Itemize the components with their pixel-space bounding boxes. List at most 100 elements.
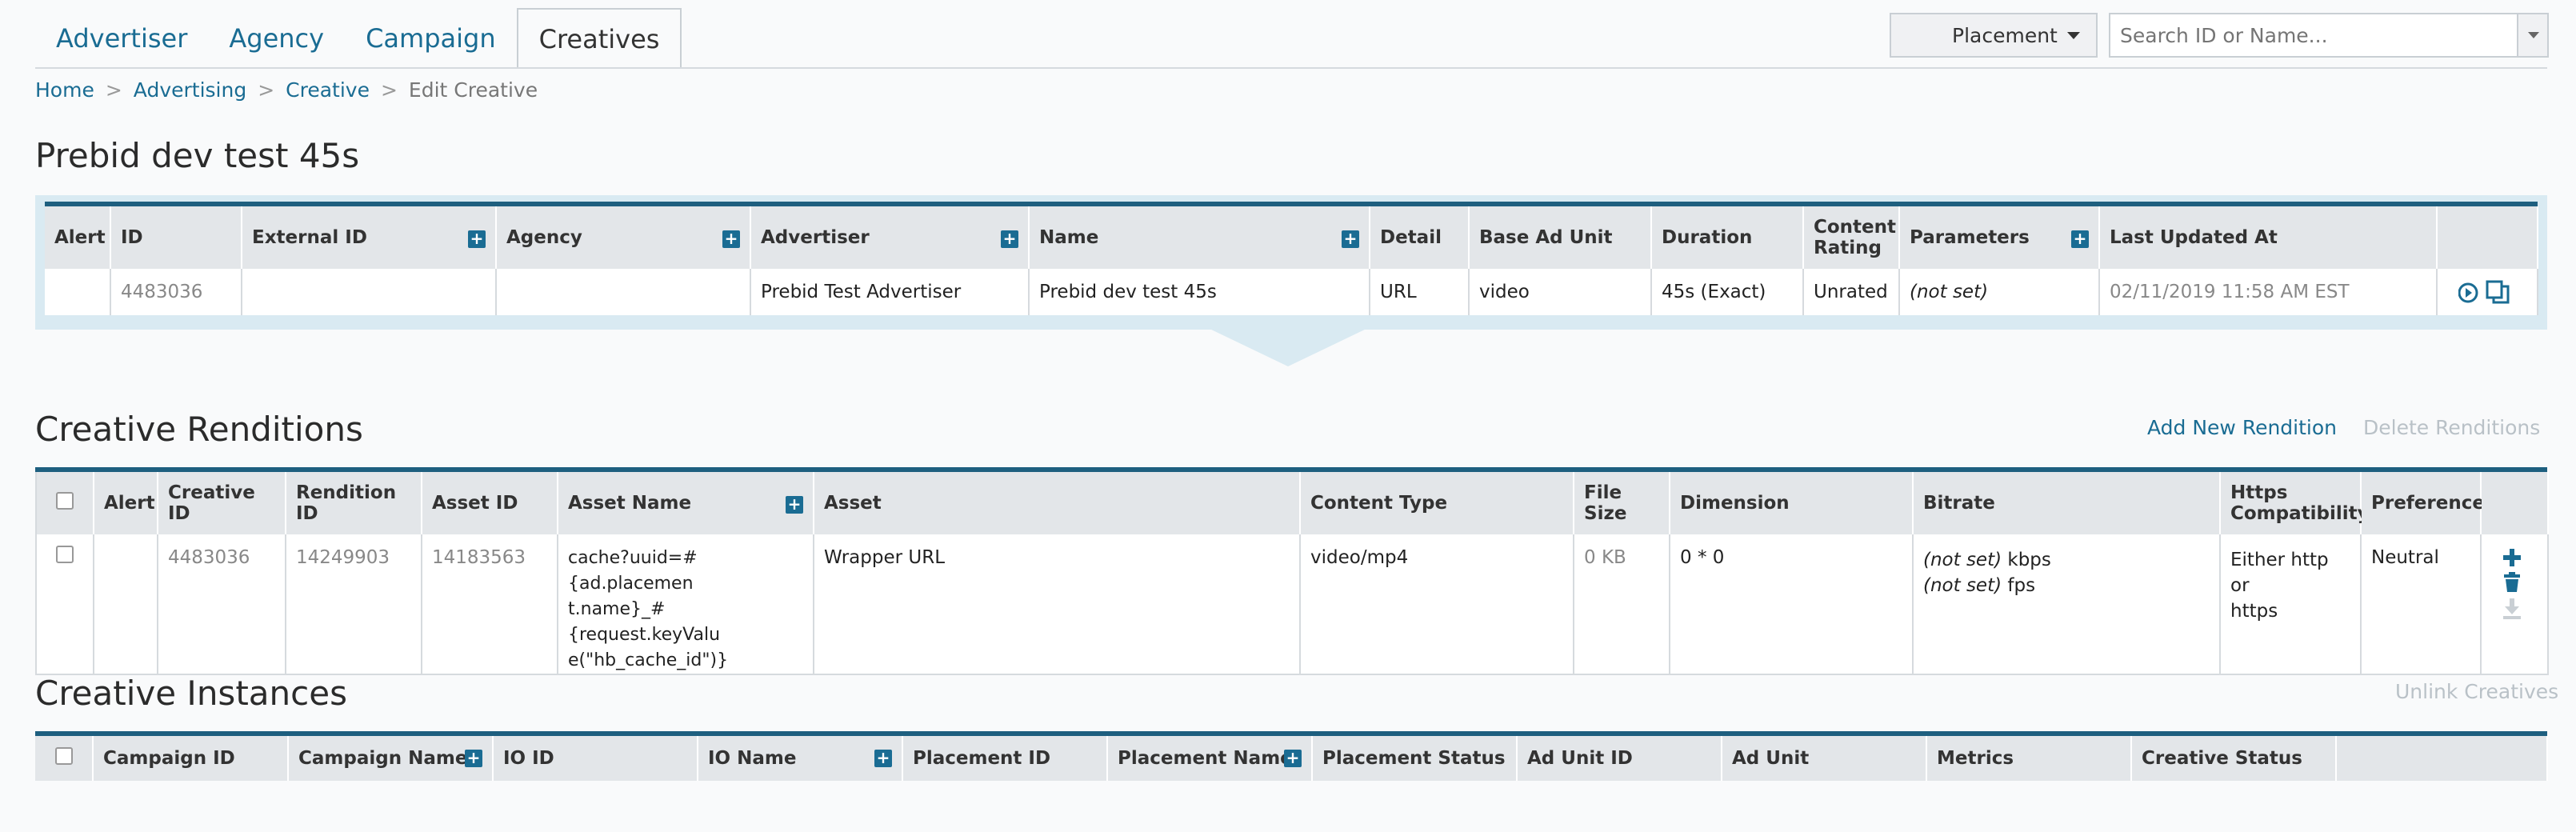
col-last-updated[interactable]: Last Updated At (2099, 206, 2438, 269)
expand-plus-icon[interactable]: + (1001, 230, 1018, 248)
col-advertiser-label: Advertiser (761, 227, 870, 248)
col-id[interactable]: ID (110, 206, 242, 269)
download-icon[interactable] (2503, 598, 2521, 619)
col-parameters-label: Parameters (1910, 227, 2030, 248)
cell-agency (496, 269, 751, 315)
page-title: Prebid dev test 45s (35, 136, 360, 175)
cell-advertiser: Prebid Test Advertiser (750, 269, 1030, 315)
bitrate-not-set: (not set) (1923, 550, 2002, 570)
col-external-id[interactable]: External ID + (242, 206, 497, 269)
col-creative-id[interactable]: Creative ID (158, 472, 286, 534)
col-dimension[interactable]: Dimension (1670, 472, 1914, 534)
row-checkbox[interactable] (56, 546, 74, 563)
add-plus-icon[interactable] (2503, 549, 2521, 566)
table-header-row: Alert ID External ID + Agency + Advertiser… (45, 206, 2538, 269)
fps-unit: fps (2007, 575, 2036, 596)
col-name[interactable]: Name + (1029, 206, 1370, 269)
breadcrumb-current: Edit Creative (408, 78, 538, 102)
col-detail[interactable]: Detail (1370, 206, 1470, 269)
col-asset-name[interactable]: Asset Name + (558, 472, 814, 534)
cell-alert (94, 534, 158, 674)
col-alert: Alert (45, 206, 111, 269)
rendition-action-icons (2503, 549, 2521, 619)
bitrate-unit: kbps (2007, 550, 2051, 570)
unlink-creatives-button[interactable]: Unlink Creatives (2395, 680, 2558, 703)
expand-plus-icon[interactable]: + (1284, 750, 1302, 767)
cell-alert (45, 269, 111, 315)
col-ad-unit[interactable]: Ad Unit (1722, 736, 1927, 781)
expand-plus-icon[interactable]: + (786, 496, 803, 514)
col-placement-id[interactable]: Placement ID (902, 736, 1108, 781)
renditions-table: Alert Creative ID Rendition ID Asset ID … (35, 472, 2549, 675)
col-content-type[interactable]: Content Type (1300, 472, 1574, 534)
col-content-rating[interactable]: Content Rating (1803, 206, 1900, 269)
col-parameters[interactable]: Parameters + (1899, 206, 2100, 269)
tab-creatives[interactable]: Creatives (516, 8, 682, 69)
col-asset[interactable]: Asset (814, 472, 1301, 534)
tab-divider (35, 67, 2547, 69)
col-rendition-id[interactable]: Rendition ID (286, 472, 422, 534)
search-dropdown-button[interactable] (2517, 13, 2549, 58)
col-campaign-name[interactable]: Campaign Name + (288, 736, 494, 781)
expand-plus-icon[interactable]: + (2071, 230, 2089, 248)
col-select-all (36, 472, 94, 534)
preview-play-icon[interactable] (2458, 282, 2478, 303)
col-base-ad-unit[interactable]: Base Ad Unit (1469, 206, 1652, 269)
col-preference[interactable]: Preference (2361, 472, 2485, 534)
col-asset-id[interactable]: Asset ID (422, 472, 558, 534)
select-all-checkbox[interactable] (56, 492, 74, 510)
col-placement-status[interactable]: Placement Status (1312, 736, 1518, 781)
asset-name-line: e("hb_cache_id")} (568, 650, 729, 670)
col-bitrate[interactable]: Bitrate (1913, 472, 2221, 534)
cell-external-id (242, 269, 497, 315)
cell-rendition-id: 14249903 (286, 534, 422, 674)
col-placement-name[interactable]: Placement Name + (1107, 736, 1313, 781)
search-input[interactable] (2109, 13, 2549, 58)
add-rendition-button[interactable]: Add New Rendition (2147, 416, 2337, 439)
select-all-checkbox[interactable] (54, 747, 73, 765)
col-metrics[interactable]: Metrics (1926, 736, 2132, 781)
col-io-id[interactable]: IO ID (493, 736, 698, 781)
cell-actions (2481, 534, 2549, 674)
copy-icon[interactable] (2486, 280, 2510, 304)
breadcrumb-home[interactable]: Home (35, 78, 94, 102)
col-advertiser[interactable]: Advertiser + (750, 206, 1030, 269)
panel-pointer (1208, 328, 1368, 366)
col-alert: Alert (94, 472, 158, 534)
expand-plus-icon[interactable]: + (465, 750, 482, 767)
instances-heading: Creative Instances (35, 674, 347, 713)
expand-plus-icon[interactable]: + (874, 750, 892, 767)
col-https[interactable]: Https Compatibility (2220, 472, 2370, 534)
bitrate-line: (not set) kbps (1923, 547, 2210, 573)
col-io-name[interactable]: IO Name + (698, 736, 903, 781)
cell-parameters: (not set) (1899, 269, 2100, 315)
breadcrumb-advertising[interactable]: Advertising (134, 78, 246, 102)
col-actions (2336, 736, 2548, 781)
col-asset-name-label: Asset Name (568, 493, 692, 514)
col-ad-unit-id[interactable]: Ad Unit ID (1517, 736, 1722, 781)
tab-agency[interactable]: Agency (208, 8, 345, 69)
breadcrumb-separator: > (258, 78, 275, 102)
search-scope-select[interactable]: Placement (1890, 13, 2098, 58)
cell-asset-name: cache?uuid=#{ad.placemen t.name}_#{reque… (558, 534, 814, 674)
col-actions (2437, 206, 2538, 269)
expand-plus-icon[interactable]: + (468, 230, 486, 248)
delete-renditions-button[interactable]: Delete Renditions (2363, 416, 2540, 439)
col-campaign-id[interactable]: Campaign ID (93, 736, 289, 781)
trash-icon[interactable] (2504, 572, 2520, 592)
cell-last-updated: 02/11/2019 11:58 AM EST (2099, 269, 2438, 315)
expand-plus-icon[interactable]: + (722, 230, 740, 248)
expand-plus-icon[interactable]: + (1342, 230, 1359, 248)
col-file-size[interactable]: File Size (1574, 472, 1670, 534)
breadcrumb-creative[interactable]: Creative (286, 78, 370, 102)
col-duration[interactable]: Duration (1651, 206, 1804, 269)
chevron-down-icon (2067, 32, 2080, 39)
cell-preference: Neutral (2361, 534, 2482, 674)
table-header-row: Alert Creative ID Rendition ID Asset ID … (36, 472, 2549, 534)
tab-campaign[interactable]: Campaign (345, 8, 517, 69)
cell-bitrate: (not set) kbps (not set) fps (1913, 534, 2221, 674)
creative-summary-table: Alert ID External ID + Agency + Advertiser… (45, 206, 2538, 315)
tab-advertiser[interactable]: Advertiser (35, 8, 208, 69)
col-creative-status[interactable]: Creative Status (2131, 736, 2337, 781)
col-agency[interactable]: Agency + (496, 206, 751, 269)
